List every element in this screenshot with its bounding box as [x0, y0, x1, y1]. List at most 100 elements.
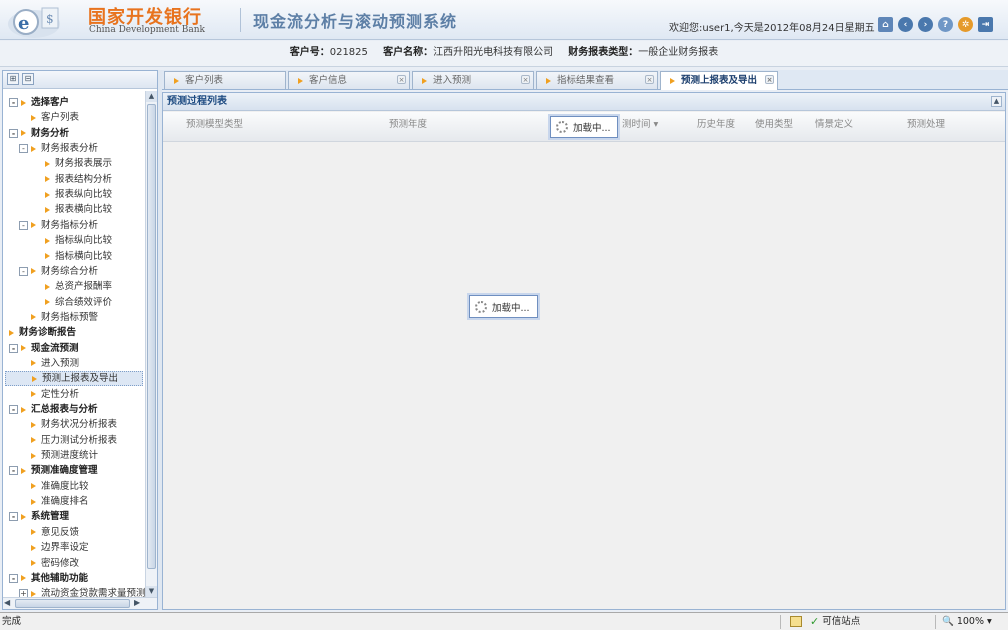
tree-node[interactable]: 指标横向比较	[45, 249, 112, 264]
tree-node[interactable]: 意见反馈	[31, 525, 79, 540]
forward-icon[interactable]: ›	[918, 17, 933, 32]
tree-node[interactable]: 财务状况分析报表	[31, 417, 117, 432]
logo-english-name: China Development Bank	[89, 25, 205, 35]
close-tab-icon[interactable]: ×	[765, 75, 774, 84]
horizontal-scroll-thumb[interactable]	[15, 599, 130, 608]
settings-icon[interactable]: ✲	[958, 17, 973, 32]
tab-arrow-icon	[670, 78, 675, 84]
tree-node-label: 财务状况分析报表	[41, 419, 118, 431]
tree-node[interactable]: 财务指标预警	[31, 310, 98, 325]
scroll-up-icon[interactable]: ▲	[146, 91, 157, 102]
tree-node[interactable]: 财务诊断报告	[9, 325, 76, 340]
tree-node[interactable]: 准确度比较	[31, 479, 89, 494]
tree-node-label: 现金流预测	[31, 342, 79, 354]
zoom-control[interactable]: 🔍 100% ▾	[942, 613, 992, 630]
checkmark-icon: ✓	[810, 615, 820, 628]
collapse-node-icon[interactable]: -	[9, 343, 18, 353]
column-header[interactable]: 使用类型	[755, 116, 793, 130]
sidebar-vertical-scrollbar[interactable]: ▲ ▼	[145, 91, 157, 597]
tree-arrow-icon	[45, 176, 50, 183]
tree-node[interactable]: 压力测试分析报表	[31, 433, 117, 448]
tree-node[interactable]: 报表横向比较	[45, 202, 112, 217]
scroll-thumb[interactable]	[147, 104, 156, 569]
tree-node[interactable]: - 财务综合分析	[19, 264, 98, 279]
tree-node[interactable]: 密码修改	[31, 556, 79, 571]
tree-arrow-icon	[45, 160, 50, 167]
tree-arrow-icon	[31, 483, 36, 490]
collapse-node-icon[interactable]: -	[9, 128, 18, 138]
tree-node[interactable]: - 现金流预测	[9, 341, 79, 356]
tab[interactable]: 进入预测 ×	[412, 71, 534, 89]
close-tab-icon[interactable]: ×	[521, 75, 530, 84]
tree-node[interactable]: 报表纵向比较	[45, 187, 112, 202]
tree-node[interactable]: - 系统管理	[9, 509, 69, 524]
close-tab-icon[interactable]: ×	[645, 75, 654, 84]
column-header[interactable]: 测时间 ▾	[622, 116, 658, 130]
column-header[interactable]: 预测年度	[389, 116, 427, 130]
sidebar-horizontal-scrollbar[interactable]: ◀ ▶	[3, 597, 157, 609]
tree-node[interactable]: 预测进度统计	[31, 448, 98, 463]
collapse-node-icon[interactable]: -	[9, 98, 18, 107]
close-tab-icon[interactable]: ×	[397, 75, 406, 84]
collapse-node-icon[interactable]: -	[19, 266, 28, 276]
tree-node[interactable]: - 财务分析	[9, 126, 69, 141]
column-header[interactable]: 预测模型类型	[186, 116, 243, 130]
collapse-all-icon[interactable]: ⊟	[22, 73, 34, 85]
scroll-down-icon[interactable]: ▼	[146, 586, 157, 597]
tree-node[interactable]: 定性分析	[31, 387, 79, 402]
security-icon[interactable]	[790, 616, 802, 627]
tab-label: 客户信息	[309, 75, 348, 86]
expand-node-icon[interactable]: +	[19, 589, 28, 597]
tree-node[interactable]: 客户列表	[31, 110, 79, 125]
tree-node-label: 财务分析	[31, 127, 70, 139]
collapse-node-icon[interactable]: -	[9, 573, 18, 583]
tree-node[interactable]: - 其他辅助功能	[9, 571, 88, 586]
back-icon[interactable]: ‹	[898, 17, 913, 32]
tree-node[interactable]: 进入预测	[31, 356, 79, 371]
tree-node[interactable]: - 预测准确度管理	[9, 463, 98, 478]
tree-node[interactable]: 报表结构分析	[45, 172, 112, 187]
collapse-node-icon[interactable]: -	[9, 405, 18, 414]
tree-node[interactable]: - 财务指标分析	[19, 218, 98, 233]
zone-text: 可信站点	[822, 616, 861, 627]
collapse-node-icon[interactable]: -	[19, 220, 28, 230]
tree-node[interactable]: - 财务报表分析	[19, 141, 98, 156]
tree-arrow-icon	[31, 145, 36, 152]
tree-node[interactable]: - 选择客户	[9, 95, 69, 110]
security-zone[interactable]: ✓ 可信站点	[810, 613, 860, 630]
expand-all-icon[interactable]: ⊞	[7, 73, 19, 85]
tab[interactable]: 客户信息 ×	[288, 71, 410, 89]
column-header[interactable]: 情景定义	[815, 116, 853, 130]
collapse-node-icon[interactable]: -	[19, 144, 28, 154]
column-header[interactable]: 历史年度	[697, 116, 735, 130]
help-icon[interactable]: ?	[938, 17, 953, 32]
tab-arrow-icon	[422, 78, 427, 84]
column-header[interactable]: 预测处理	[907, 116, 945, 130]
scroll-left-icon[interactable]: ◀	[4, 598, 10, 607]
collapse-panel-icon[interactable]: ▲	[991, 96, 1002, 107]
tree-node[interactable]: 准确度排名	[31, 494, 89, 509]
tab[interactable]: 指标结果查看 ×	[536, 71, 658, 89]
status-separator	[935, 615, 936, 629]
tree-node[interactable]: 财务报表展示	[45, 156, 112, 171]
tree-node[interactable]: - 汇总报表与分析	[9, 402, 98, 417]
scroll-right-icon[interactable]: ▶	[134, 598, 140, 607]
tree-node-label: 预测进度统计	[41, 450, 99, 462]
tree-node[interactable]: 总资产报酬率	[45, 279, 112, 294]
collapse-node-icon[interactable]: -	[9, 512, 18, 522]
tree-node-label: 压力测试分析报表	[41, 434, 118, 446]
tree-node-label: 选择客户	[31, 97, 70, 108]
tree-node[interactable]: + 流动资金贷款需求量预测	[19, 586, 145, 597]
collapse-node-icon[interactable]: -	[9, 466, 18, 476]
tab[interactable]: 预测上报表及导出 ×	[660, 71, 778, 90]
tree-arrow-icon	[31, 452, 36, 459]
zoom-level: 100%	[956, 616, 985, 627]
svg-text:e: e	[18, 13, 29, 34]
tree-node[interactable]: 综合绩效评价	[45, 295, 112, 310]
tree-node[interactable]: 指标纵向比较	[45, 233, 112, 248]
tab[interactable]: 客户列表	[164, 71, 286, 89]
logout-icon[interactable]: ⇥	[978, 17, 993, 32]
home-icon[interactable]: ⌂	[878, 17, 893, 32]
tree-node[interactable]: 边界率设定	[31, 540, 89, 555]
tree-node[interactable]: 预测上报表及导出	[5, 371, 143, 387]
